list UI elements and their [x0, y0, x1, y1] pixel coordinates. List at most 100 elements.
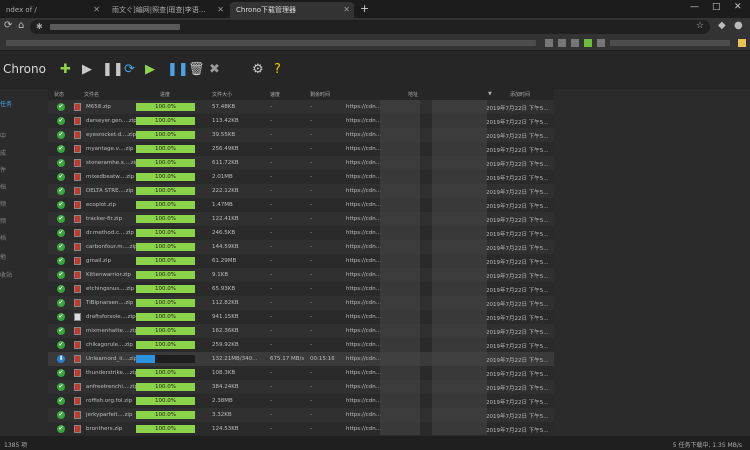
header-speed[interactable]: 速度 [270, 91, 280, 98]
home-icon[interactable]: ⌂ [18, 20, 24, 31]
app-toolbar: Chrono ✚ ▶ ❚❚ ⟳ ▶ ❚❚ 🗑 ✖ ⚙? [0, 51, 750, 89]
speed: - [270, 118, 272, 124]
add-button[interactable]: ✚ [60, 62, 71, 78]
file-size: 39.55KB [212, 132, 236, 138]
header-date[interactable]: 添加时间 [510, 91, 530, 98]
start-button[interactable]: ▶ [82, 62, 92, 78]
speed: - [270, 202, 272, 208]
sidebar: 任务中成件档频频档他收站 [0, 89, 48, 435]
url[interactable]: https://cdn... [346, 412, 381, 418]
profile-icon[interactable]: ● [734, 20, 743, 31]
redacted-bookmarks [610, 40, 730, 46]
url[interactable]: https://cdn... [346, 216, 381, 222]
header-progress[interactable]: 进度 [160, 91, 170, 98]
sidebar-item[interactable]: 收站 [0, 270, 12, 279]
sidebar-item[interactable]: 档 [0, 182, 6, 191]
reload-icon[interactable]: ⟳ [4, 20, 12, 31]
minimize-button[interactable]: — [690, 2, 699, 12]
header-remaining[interactable]: 剩余时间 [310, 91, 330, 98]
url[interactable]: https://cdn... [346, 272, 381, 278]
sidebar-item[interactable]: 中 [0, 131, 6, 140]
sidebar-item[interactable]: 成 [0, 148, 6, 157]
progress-text: 32.9% [156, 356, 175, 362]
delete-button[interactable]: 🗑 [188, 62, 205, 78]
bookmark-icon[interactable] [558, 39, 566, 47]
bookmark-icon[interactable] [584, 39, 592, 47]
remaining-time: - [310, 104, 312, 110]
speed: - [270, 384, 272, 390]
check-icon: ✔ [57, 411, 65, 419]
header-filename[interactable]: 文件名 [84, 91, 99, 98]
sidebar-item[interactable]: 任务 [0, 99, 12, 108]
url[interactable]: https://cdn... [346, 300, 381, 306]
url[interactable]: https://cdn... [346, 314, 381, 320]
omnibox[interactable]: ✱ ☆ [30, 20, 710, 34]
close-icon[interactable]: ✕ [93, 2, 100, 18]
bookmark-icon[interactable] [597, 39, 605, 47]
browser-tab-index[interactable]: ndex of / ✕ [0, 2, 104, 18]
check-icon: ✔ [57, 243, 65, 251]
filename: myantage.v....zip [86, 146, 134, 152]
url[interactable]: https://cdn... [346, 398, 381, 404]
settings-button[interactable]: ⚙ [252, 62, 264, 78]
check-icon: ✔ [57, 229, 65, 237]
progress-bar: 100.0% [136, 243, 195, 251]
extension-puzzle-icon[interactable]: ◆ [718, 20, 726, 31]
pause-button[interactable]: ❚❚ [102, 62, 124, 78]
sidebar-item[interactable]: 频 [0, 216, 6, 225]
clear-button[interactable]: ✖ [209, 62, 220, 78]
browser-tab-chrono[interactable]: Chrono下载管理器 ✕ [230, 2, 354, 18]
file-size: 162.36KB [212, 328, 239, 334]
bookmark-icon[interactable] [545, 39, 553, 47]
file-type-icon [74, 313, 81, 321]
close-window-button[interactable]: ✕ [734, 2, 742, 12]
remaining-time: - [310, 370, 312, 376]
maximize-button[interactable]: □ [712, 2, 721, 12]
folder-icon[interactable] [738, 39, 746, 47]
url[interactable]: https://cdn... [346, 258, 381, 264]
sidebar-item[interactable]: 档 [0, 233, 6, 242]
url[interactable]: https://cdn... [346, 342, 381, 348]
filename: eyesrocket.d....zip [86, 132, 137, 138]
sidebar-item[interactable]: 件 [0, 165, 6, 174]
url[interactable]: https://cdn... [346, 104, 381, 110]
header-size[interactable]: 文件大小 [212, 91, 232, 98]
bookmark-icon[interactable] [571, 39, 579, 47]
url[interactable]: https://cdn... [346, 146, 381, 152]
url[interactable]: https://cdn... [346, 426, 381, 432]
start-all-button[interactable]: ▶ [145, 62, 155, 78]
url[interactable]: https://cdn... [346, 286, 381, 292]
file-size: 1.47MB [212, 202, 233, 208]
sidebar-item[interactable]: 频 [0, 199, 6, 208]
progress-bar: 32.9% [136, 355, 195, 363]
url[interactable]: https://cdn... [346, 160, 381, 166]
star-icon[interactable]: ☆ [696, 21, 704, 31]
url[interactable]: https://cdn... [346, 244, 381, 250]
close-icon[interactable]: ✕ [217, 2, 224, 18]
header-url[interactable]: 地址 [408, 91, 418, 98]
url[interactable]: https://cdn... [346, 384, 381, 390]
url[interactable]: https://cdn... [346, 370, 381, 376]
url[interactable]: https://cdn... [346, 328, 381, 334]
url[interactable]: https://cdn... [346, 202, 381, 208]
url[interactable]: https://cdn... [346, 230, 381, 236]
url[interactable]: https://cdn... [346, 188, 381, 194]
file-type-icon [74, 397, 81, 405]
sidebar-item[interactable]: 他 [0, 252, 6, 261]
progress-text: 100.0% [155, 230, 176, 236]
filename: mixmenhatte....zip [86, 328, 138, 334]
remaining-time: - [310, 202, 312, 208]
new-tab-button[interactable]: + [360, 2, 369, 15]
url[interactable]: https://cdn... [346, 356, 381, 362]
browser-tab-dictionary[interactable]: 雨文ぐ]编网|照查|瑕查|李语... ✕ [106, 2, 228, 18]
file-type-icon [74, 341, 81, 349]
header-status[interactable]: 状态 [54, 91, 64, 98]
url[interactable]: https://cdn... [346, 132, 381, 138]
url[interactable]: https://cdn... [346, 174, 381, 180]
pause-all-button[interactable]: ❚❚ [167, 62, 189, 78]
progress-bar: 100.0% [136, 271, 195, 279]
help-button[interactable]: ? [274, 62, 281, 78]
close-icon[interactable]: ✕ [343, 2, 350, 18]
refresh-button[interactable]: ⟳ [124, 62, 135, 78]
url[interactable]: https://cdn... [346, 118, 381, 124]
